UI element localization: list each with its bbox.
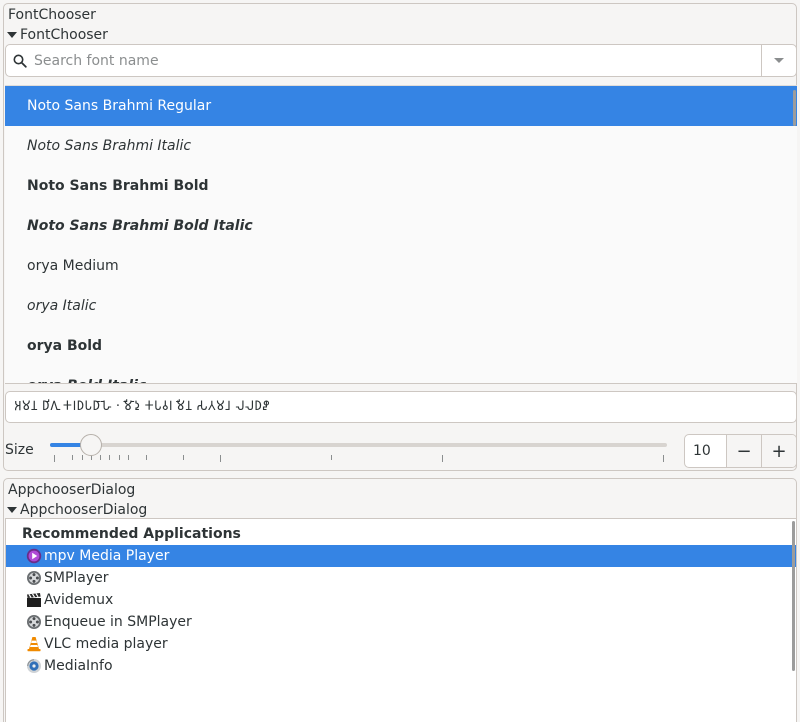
app-list-scrollbar[interactable] [792, 521, 795, 671]
app-list-item[interactable]: MediaInfo [6, 655, 796, 677]
vlc-cone-icon [26, 636, 42, 652]
smplayer-icon [26, 570, 42, 586]
font-search-input[interactable] [34, 45, 761, 76]
fontchooser-expander[interactable]: FontChooser [6, 27, 108, 43]
size-slider-tick [330, 455, 332, 460]
size-slider-tick [118, 455, 120, 460]
size-slider-knob[interactable] [79, 434, 102, 456]
appchooser-expander-label: AppchooserDialog [20, 502, 148, 518]
font-list-item[interactable]: orya Medium [5, 246, 797, 286]
appchooser-frame: AppchooserDialog AppchooserDialog Recomm… [3, 478, 797, 722]
smplayer-icon [26, 614, 42, 630]
mpv-icon [26, 548, 42, 564]
mediainfo-icon [26, 658, 42, 674]
size-slider-tick [183, 455, 185, 460]
app-name-label: mpv Media Player [44, 548, 170, 564]
font-list-item[interactable]: orya Bold Italic [5, 366, 797, 383]
app-name-label: Enqueue in SMPlayer [44, 614, 192, 630]
fontchooser-frame-title: FontChooser [8, 7, 96, 23]
recommended-apps-heading: Recommended Applications [22, 526, 241, 542]
app-list-item[interactable]: mpv Media Player [6, 545, 796, 567]
minus-icon: − [736, 440, 752, 462]
chevron-down-icon [774, 58, 784, 63]
font-list-item[interactable]: Noto Sans Brahmi Regular [5, 86, 797, 126]
size-label: Size [5, 442, 34, 458]
app-name-label: Avidemux [44, 592, 114, 608]
size-slider-tick [220, 455, 222, 462]
size-increase-button[interactable]: + [761, 435, 796, 467]
app-list-item[interactable]: VLC media player [6, 633, 796, 655]
size-slider-tick [127, 455, 129, 460]
fontchooser-expander-label: FontChooser [20, 27, 108, 43]
size-slider-tick [81, 455, 83, 460]
search-icon [6, 45, 34, 76]
plus-icon: + [771, 440, 787, 462]
font-list-item[interactable]: Noto Sans Brahmi Bold [5, 166, 797, 206]
expander-arrow-icon [7, 32, 17, 38]
size-slider-tick [54, 455, 55, 462]
font-search-box [5, 44, 797, 77]
size-slider[interactable] [50, 433, 667, 468]
size-slider-trough [50, 443, 667, 447]
size-slider-tick [663, 455, 664, 462]
font-list-item[interactable]: Noto Sans Brahmi Italic [5, 126, 797, 166]
font-list-item[interactable]: orya Italic [5, 286, 797, 326]
appchooser-expander[interactable]: AppchooserDialog [6, 502, 147, 518]
font-list-item[interactable]: orya Bold [5, 326, 797, 366]
fontchooser-frame: FontChooser FontChooser Noto Sans Brahmi… [3, 3, 797, 471]
font-list[interactable]: Noto Sans Brahmi Regular Noto Sans Brahmi… [5, 85, 797, 384]
font-preview-entry[interactable]: 𑀅𑀫𑀦 𑀥𑀺𑀕𑀼 𑀓𑀭𑀥𑀧𑀥𑀸𑀳𑁂 · 𑀺𑀫𑀸𑀤𑀼 𑀓𑀧𑀯𑀭 𑀺𑀫𑀦 𑀲𑀢𑀫𑀭𑀾… [5, 391, 797, 423]
clapperboard-icon [26, 592, 42, 608]
font-filter-dropdown-button[interactable] [761, 45, 796, 76]
size-slider-tick [72, 455, 74, 460]
app-name-label: SMPlayer [44, 570, 109, 586]
app-name-label: MediaInfo [44, 658, 113, 674]
size-slider-tick [146, 455, 148, 460]
size-value-entry[interactable]: 10 [685, 435, 727, 467]
app-list-item[interactable]: SMPlayer [6, 567, 796, 589]
size-spin-button: 10 − + [684, 434, 797, 468]
font-list-item[interactable]: Noto Sans Brahmi Bold Italic [5, 206, 797, 246]
font-list-scrollbar[interactable] [793, 90, 796, 126]
appchooser-frame-title: AppchooserDialog [8, 482, 136, 498]
size-slider-tick [441, 455, 443, 462]
expander-arrow-icon [7, 507, 17, 513]
size-slider-tick [100, 455, 102, 460]
size-decrease-button[interactable]: − [727, 435, 761, 467]
app-name-label: VLC media player [44, 636, 168, 652]
app-list[interactable]: Recommended Applications mpv Media Playe… [5, 518, 797, 722]
size-slider-tick [109, 455, 111, 460]
app-list-item[interactable]: Avidemux [6, 589, 796, 611]
app-list-item[interactable]: Enqueue in SMPlayer [6, 611, 796, 633]
